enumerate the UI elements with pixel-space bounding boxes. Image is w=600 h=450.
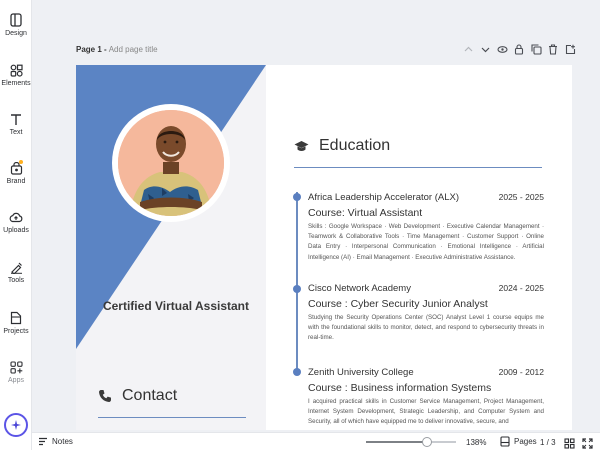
timeline-dot [293, 285, 301, 293]
education-years: 2024 - 2025 [498, 283, 544, 293]
sidebar-label-elements: Elements [1, 80, 31, 87]
move-page-down-icon[interactable] [479, 43, 491, 55]
education-entry[interactable]: Zenith University College 2009 - 2012 Co… [308, 367, 544, 428]
profile-photo[interactable] [118, 110, 224, 216]
lock-page-icon[interactable] [513, 43, 525, 55]
contact-heading: Contact [98, 387, 177, 405]
education-entry[interactable]: Africa Leadership Accelerator (ALX) 2025… [308, 192, 544, 263]
sidebar-item-projects[interactable]: Projects [0, 311, 32, 335]
timeline-dot [293, 193, 301, 201]
graduation-cap-icon [294, 140, 309, 151]
cloud-upload-icon [9, 212, 23, 223]
sidebar-label-brand: Brand [6, 178, 26, 185]
page-count: 1 / 3 [540, 438, 556, 447]
add-page-icon[interactable] [564, 43, 576, 55]
sidebar-label-text: Text [9, 129, 23, 136]
education-entry[interactable]: Cisco Network Academy 2024 - 2025 Course… [308, 283, 544, 344]
education-description: Skills : Google Workspace · Web Developm… [308, 223, 544, 261]
education-description: I acquired practical skills in Customer … [308, 398, 544, 426]
bottom-bar: Notes 138% Pages 1 / 3 [32, 432, 600, 450]
move-page-up-icon[interactable] [462, 43, 474, 55]
notes-label: Notes [52, 437, 73, 446]
sidebar-item-elements[interactable]: Elements [0, 64, 32, 87]
pages-button[interactable]: Pages [500, 436, 537, 447]
resume-right-column: Education Africa Leadership Accelerator … [266, 65, 572, 430]
fullscreen-button[interactable] [582, 436, 593, 450]
education-institution: Africa Leadership Accelerator (ALX) [308, 192, 460, 203]
folder-icon [10, 311, 22, 325]
zoom-slider[interactable] [366, 437, 456, 447]
pen-tool-icon [10, 262, 22, 274]
page-label: Page 1 - [76, 45, 107, 54]
text-t-icon [11, 114, 21, 125]
zoom-slider-fill [366, 441, 428, 443]
page-header: Page 1 - Add page title [76, 45, 158, 54]
education-course: Course : Business information Systems [308, 382, 492, 394]
contact-heading-text: Contact [122, 387, 178, 404]
pages-label: Pages [514, 437, 537, 446]
page-title-input[interactable]: Add page title [109, 45, 158, 54]
duplicate-page-icon[interactable] [530, 43, 542, 55]
education-heading-text: Education [319, 137, 391, 154]
person-portrait-illustration [118, 110, 224, 216]
sidebar-item-text[interactable]: Text [0, 113, 32, 136]
zoom-level[interactable]: 138% [466, 438, 486, 447]
fullscreen-icon [582, 438, 593, 449]
sidebar-label-apps: Apps [8, 377, 24, 384]
sidebar-item-uploads[interactable]: Uploads [0, 211, 32, 234]
zoom-slider-thumb[interactable] [422, 437, 433, 447]
education-course: Course: Virtual Assistant [308, 207, 423, 219]
education-divider [294, 167, 542, 168]
resume-headline: Certified Virtual Assistant [102, 299, 250, 313]
education-heading: Education [294, 137, 390, 155]
education-years: 2009 - 2012 [498, 367, 544, 377]
brand-badge-dot [19, 160, 23, 164]
sparkle-icon [11, 420, 21, 430]
education-years: 2025 - 2025 [498, 192, 544, 202]
left-sidebar: Design Elements Text Brand Uploads Tools… [0, 0, 32, 450]
shapes-icon [10, 64, 23, 77]
contact-divider [98, 417, 246, 418]
delete-page-icon[interactable] [547, 43, 559, 55]
grid-view-button[interactable] [564, 436, 575, 450]
apps-grid-plus-icon [9, 361, 23, 374]
sidebar-label-uploads: Uploads [3, 227, 29, 234]
design-page[interactable]: Certified Virtual Assistant Contact Educ… [76, 65, 572, 430]
education-timeline [296, 192, 298, 375]
sidebar-label-tools: Tools [7, 277, 25, 284]
layout-icon [10, 13, 22, 27]
sidebar-label-projects: Projects [3, 328, 29, 335]
magic-assistant-button[interactable] [4, 413, 28, 437]
sidebar-item-tools[interactable]: Tools [0, 261, 32, 284]
page-toolbar [462, 43, 576, 55]
sidebar-label-design: Design [5, 30, 27, 37]
sidebar-item-apps[interactable]: Apps [0, 361, 32, 384]
phone-icon [99, 390, 111, 402]
notes-button[interactable]: Notes [38, 437, 73, 446]
sidebar-item-brand[interactable]: Brand [0, 160, 32, 185]
education-description: Studying the Security Operations Center … [308, 314, 544, 342]
education-institution: Cisco Network Academy [308, 283, 411, 294]
education-course: Course : Cyber Security Junior Analyst [308, 298, 488, 310]
notes-icon [39, 437, 47, 446]
timeline-dot [293, 368, 301, 376]
pages-icon [500, 436, 510, 447]
sidebar-item-design[interactable]: Design [0, 13, 32, 37]
resume-left-column: Certified Virtual Assistant Contact [76, 65, 266, 430]
education-institution: Zenith University College [308, 367, 414, 378]
grid-view-icon [564, 438, 575, 449]
hide-page-icon[interactable] [496, 43, 508, 55]
